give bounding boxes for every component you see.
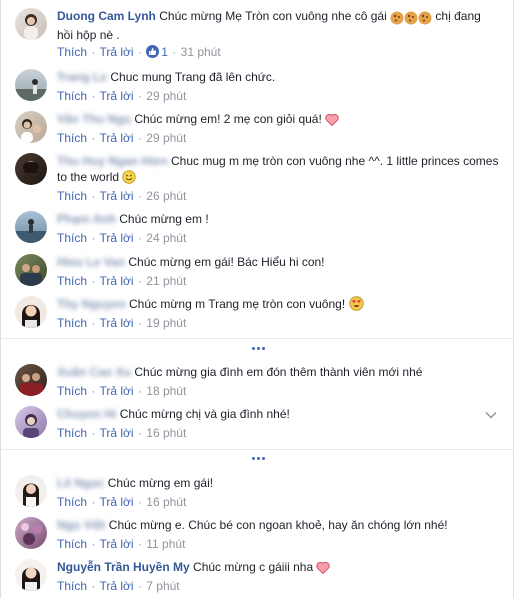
timestamp[interactable]: 29 phút xyxy=(146,89,186,103)
cookie-icon xyxy=(390,11,404,27)
comment-actions: Thích · Trả lời · 7 phút xyxy=(57,579,180,593)
heart-icon xyxy=(325,113,339,130)
reply-link[interactable]: Trả lời xyxy=(99,231,133,245)
comment-text: Chuc mung Trang đã lên chức. xyxy=(110,70,276,84)
comment-actions: Thích · Trả lời · 1 · 31 phút xyxy=(57,45,221,59)
comment-text: Chúc mừng gia đình em đón thêm thành viê… xyxy=(134,365,423,379)
comment-actions: Thích · Trả lời · 11 phút xyxy=(57,537,186,551)
like-link[interactable]: Thích xyxy=(57,495,87,509)
comment-actions: Thích · Trả lời · 18 phút xyxy=(57,384,187,398)
timestamp[interactable]: 16 phút xyxy=(146,495,186,509)
avatar[interactable] xyxy=(15,364,47,396)
timestamp[interactable]: 29 phút xyxy=(146,131,186,145)
timestamp[interactable]: 18 phút xyxy=(146,384,186,398)
more-comments-icon[interactable] xyxy=(252,455,266,461)
timestamp[interactable]: 19 phút xyxy=(146,316,186,330)
avatar[interactable] xyxy=(15,296,47,328)
reply-link[interactable]: Trả lời xyxy=(99,426,133,440)
chevron-down-icon[interactable] xyxy=(485,408,497,422)
timestamp[interactable]: 26 phút xyxy=(146,189,186,203)
comment-text: Chúc mừng chị và gia đình nhé! xyxy=(119,407,290,421)
cookie-icon xyxy=(404,11,418,27)
cookie-icon xyxy=(418,11,432,27)
comment-text: Chúc mừng em ! xyxy=(119,212,209,226)
comment-text: Chúc mừng em! 2 mẹ con giỏi quá! xyxy=(134,112,322,126)
comment-author[interactable]: Phạm Anh xyxy=(57,212,116,226)
avatar[interactable] xyxy=(15,254,47,286)
comment-author[interactable]: Lê Ngọc xyxy=(57,476,104,490)
reply-link[interactable]: Trả lời xyxy=(99,89,133,103)
comment-thread: Duong Cam Lynh Chúc mừng Mẹ Tròn con vuô… xyxy=(0,0,514,598)
more-comments-icon[interactable] xyxy=(252,345,266,351)
like-link[interactable]: Thích xyxy=(57,579,87,593)
like-link[interactable]: Thích xyxy=(57,274,87,288)
comment-actions: Thích · Trả lời · 21 phút xyxy=(57,274,187,288)
like-reaction-icon[interactable] xyxy=(146,45,160,58)
timestamp[interactable]: 31 phút xyxy=(181,45,221,59)
comment-text: Chúc mừng em gái! Bác Hiểu hi con! xyxy=(128,255,325,269)
like-link[interactable]: Thích xyxy=(57,537,87,551)
comment-actions: Thích · Trả lời · 16 phút xyxy=(57,426,187,440)
comment-actions: Thích · Trả lời · 19 phút xyxy=(57,316,187,330)
timestamp[interactable]: 11 phút xyxy=(146,537,185,551)
avatar[interactable] xyxy=(15,111,47,143)
comment-author[interactable]: Vân Thu Ngọ xyxy=(57,112,131,126)
reply-link[interactable]: Trả lời xyxy=(99,537,133,551)
like-link[interactable]: Thích xyxy=(57,45,87,59)
like-count[interactable]: 1 xyxy=(161,45,168,59)
avatar[interactable] xyxy=(15,69,47,101)
timestamp[interactable]: 16 phút xyxy=(146,426,186,440)
comment-text: Chúc mừng m Trang mẹ tròn con vuông! xyxy=(129,297,346,311)
avatar[interactable] xyxy=(15,211,47,243)
avatar[interactable] xyxy=(15,475,47,507)
reply-link[interactable]: Trả lời xyxy=(99,45,133,59)
comment-actions: Thích · Trả lời · 29 phút xyxy=(57,89,187,103)
smile-icon xyxy=(122,170,137,188)
comment-text: Chuc mug m mẹ tròn con vuông nhe ^^. 1 l… xyxy=(171,154,460,168)
like-link[interactable]: Thích xyxy=(57,189,87,203)
comment-text: Chúc mừng em gái! xyxy=(107,476,214,490)
like-link[interactable]: Thích xyxy=(57,231,87,245)
timestamp[interactable]: 7 phút xyxy=(146,579,179,593)
comment-actions: Thích · Trả lời · 16 phút xyxy=(57,495,187,509)
comment-author[interactable]: Thy Nguyen xyxy=(57,297,126,311)
like-link[interactable]: Thích xyxy=(57,316,87,330)
comment-author[interactable]: Trang Le xyxy=(57,70,107,84)
comment-text: Chúc mừng e. Chúc bé con ngoan khoẻ, hay… xyxy=(108,518,448,532)
comment-text: Chúc mừng Mẹ Tròn con vuông nhe cô gái xyxy=(159,9,387,23)
comment-actions: Thích · Trả lời · 29 phút xyxy=(57,131,187,145)
heart-eyes-icon xyxy=(348,296,364,315)
comment-author[interactable]: Thu Huy Ngan Hien xyxy=(57,154,168,168)
comment-author[interactable]: Duong Cam Lynh xyxy=(57,9,156,23)
reply-link[interactable]: Trả lời xyxy=(99,316,133,330)
comment-author[interactable]: Nguyễn Trần Huyền My xyxy=(57,560,190,574)
comment-author[interactable]: Hieu Le Van xyxy=(57,255,125,269)
comment-text: Chúc mừng c gáiii nha xyxy=(193,560,314,574)
comment-author[interactable]: Xuân Cao Xu xyxy=(57,365,131,379)
like-link[interactable]: Thích xyxy=(57,426,87,440)
avatar[interactable] xyxy=(15,559,47,591)
timestamp[interactable]: 24 phút xyxy=(146,231,186,245)
reply-link[interactable]: Trả lời xyxy=(99,274,133,288)
reply-link[interactable]: Trả lời xyxy=(99,131,133,145)
reply-link[interactable]: Trả lời xyxy=(99,189,133,203)
like-link[interactable]: Thích xyxy=(57,131,87,145)
like-link[interactable]: Thích xyxy=(57,384,87,398)
divider xyxy=(1,449,513,450)
like-link[interactable]: Thích xyxy=(57,89,87,103)
heart-icon xyxy=(316,561,331,578)
divider xyxy=(1,338,513,339)
comment-actions: Thích · Trả lời · 26 phút xyxy=(57,189,187,203)
reply-link[interactable]: Trả lời xyxy=(99,495,133,509)
comment-author[interactable]: Ngọ Việt xyxy=(57,518,105,532)
timestamp[interactable]: 21 phút xyxy=(146,274,186,288)
avatar[interactable] xyxy=(15,8,47,40)
avatar[interactable] xyxy=(15,153,47,185)
reply-link[interactable]: Trả lời xyxy=(99,579,133,593)
avatar[interactable] xyxy=(15,406,47,438)
avatar[interactable] xyxy=(15,517,47,549)
reply-link[interactable]: Trả lời xyxy=(99,384,133,398)
comment-author[interactable]: Chuyen Hi xyxy=(57,407,116,421)
comment-actions: Thích · Trả lời · 24 phút xyxy=(57,231,187,245)
